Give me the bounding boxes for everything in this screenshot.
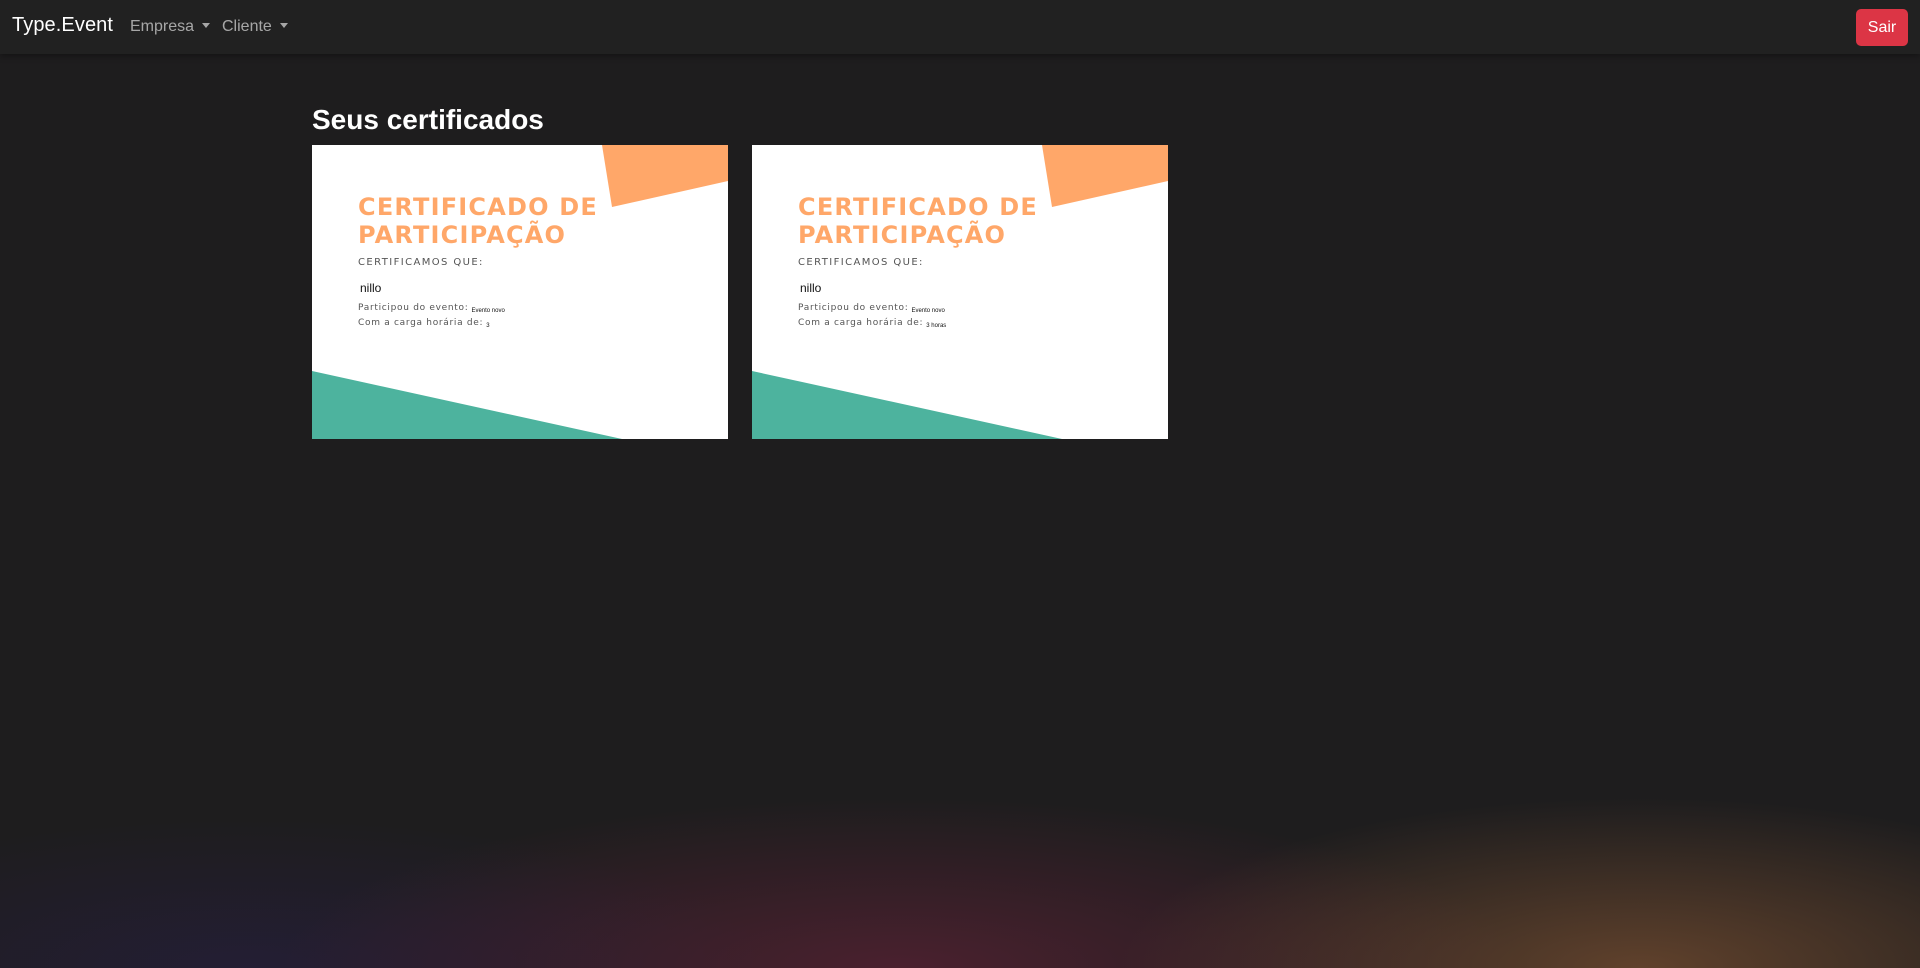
hours-line: Com a carga horária de: 3	[358, 318, 490, 329]
participant-name: nillo	[800, 281, 822, 295]
hours-value: 3	[486, 323, 490, 329]
brand-logo[interactable]: Type.Event	[12, 14, 113, 37]
event-line: Participou do evento: Evento novo	[358, 303, 505, 314]
hours-line: Com a carga horária de: 3 horas	[798, 318, 946, 329]
orange-corner-shape	[1042, 145, 1168, 207]
event-value: Evento novo	[471, 308, 505, 314]
hours-label: Com a carga horária de:	[798, 318, 924, 328]
chevron-down-icon	[202, 23, 211, 28]
certificate-heading: CERTIFICADO DE PARTICIPAÇÃO	[798, 193, 1039, 249]
certificate-card[interactable]: CERTIFICADO DE PARTICIPAÇÃO CERTIFICAMOS…	[312, 145, 728, 439]
event-label: Participou do evento:	[358, 303, 469, 313]
certificate-intro: CERTIFICAMOS QUE:	[358, 257, 484, 268]
event-value: Evento novo	[911, 308, 945, 314]
page-title: Seus certificados	[312, 104, 544, 135]
orange-corner-shape	[602, 145, 728, 207]
participant-name: nillo	[360, 281, 382, 295]
event-line: Participou do evento: Evento novo	[798, 303, 945, 314]
teal-corner-shape	[752, 371, 1062, 439]
navbar: Type.Event Empresa Cliente Sair	[0, 0, 1920, 54]
certificate-intro: CERTIFICAMOS QUE:	[798, 257, 924, 268]
certificate-card[interactable]: CERTIFICADO DE PARTICIPAÇÃO CERTIFICAMOS…	[752, 145, 1168, 439]
menu-cliente-label: Cliente	[222, 18, 272, 35]
event-label: Participou do evento:	[798, 303, 909, 313]
hours-value: 3 horas	[926, 323, 947, 329]
menu-empresa-dropdown[interactable]: Empresa	[130, 18, 211, 36]
certificate-heading: CERTIFICADO DE PARTICIPAÇÃO	[358, 193, 599, 249]
chevron-down-icon	[279, 23, 288, 28]
logout-button[interactable]: Sair	[1856, 9, 1908, 46]
hours-label: Com a carga horária de:	[358, 318, 484, 328]
menu-empresa-label: Empresa	[130, 18, 195, 35]
menu-cliente-dropdown[interactable]: Cliente	[222, 18, 288, 36]
teal-corner-shape	[312, 371, 622, 439]
